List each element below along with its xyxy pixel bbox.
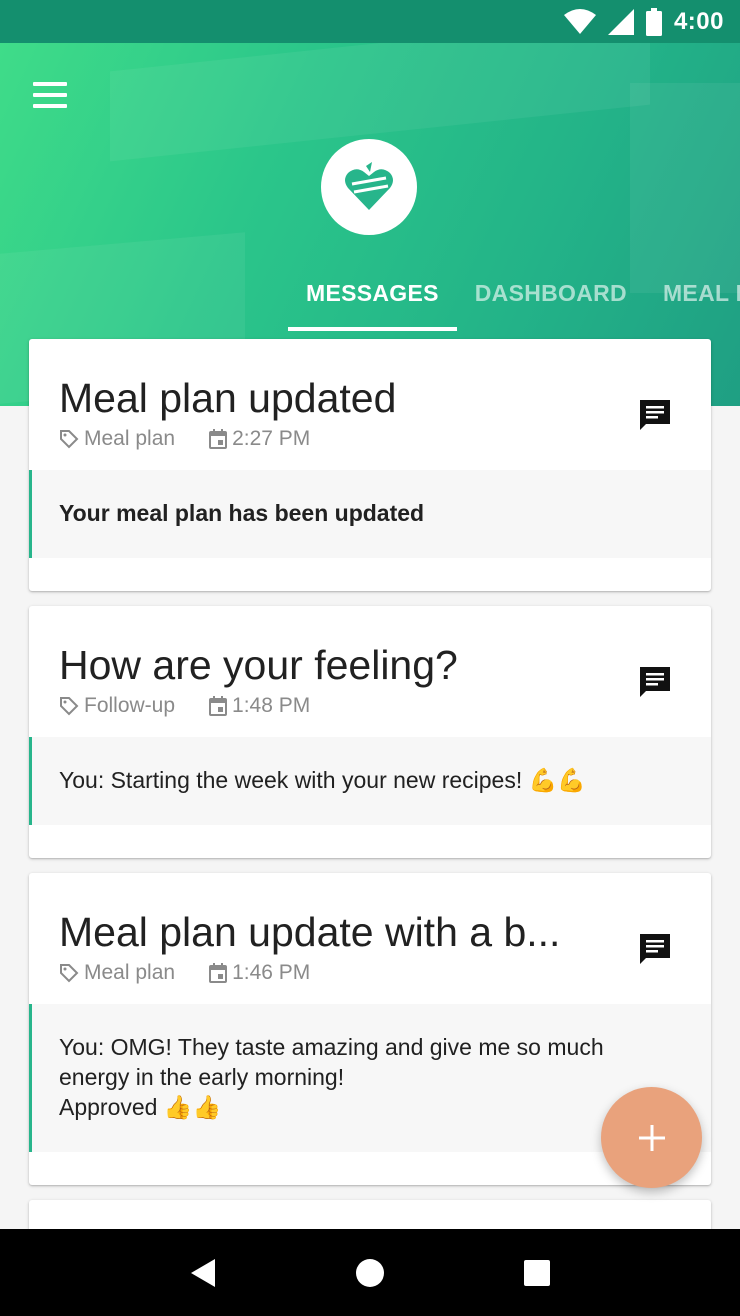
message-card[interactable]: How are your feeling? Follow-up 1:48 PM … xyxy=(29,606,711,858)
plus-icon xyxy=(638,1124,665,1151)
menu-button[interactable] xyxy=(30,79,70,111)
message-time: 1:48 PM xyxy=(232,694,311,717)
recents-button[interactable] xyxy=(507,1243,567,1303)
wifi-icon xyxy=(563,8,596,34)
system-nav-bar xyxy=(0,1229,740,1316)
message-category: Meal plan xyxy=(84,427,176,450)
message-category: Meal plan xyxy=(84,961,176,984)
recents-icon xyxy=(523,1259,550,1286)
app-logo xyxy=(321,139,417,235)
message-preview-line: You: OMG! They taste amazing and give me… xyxy=(59,1034,604,1060)
message-category: Follow-up xyxy=(84,694,176,717)
message-preview: Your meal plan has been updated xyxy=(29,470,711,558)
message-title: Meal plan update with a b... xyxy=(59,909,561,955)
back-button[interactable] xyxy=(173,1243,233,1303)
message-title: How are your feeling? xyxy=(59,642,458,688)
calendar-icon xyxy=(209,963,228,983)
menu-icon xyxy=(33,82,67,86)
message-title: Meal plan updated xyxy=(59,375,397,421)
message-card[interactable]: Meal plan updated Meal plan 2:27 PM Your… xyxy=(29,339,711,591)
home-icon xyxy=(355,1258,384,1287)
message-preview: You: Starting the week with your new rec… xyxy=(29,737,711,825)
home-button[interactable] xyxy=(340,1243,400,1303)
new-message-button[interactable] xyxy=(601,1087,702,1188)
tab-bar: MESSAGES DASHBOARD MEAL P xyxy=(288,255,740,331)
back-icon xyxy=(191,1258,216,1287)
calendar-icon xyxy=(209,696,228,716)
tab-meal-plan[interactable]: MEAL P xyxy=(645,255,740,331)
status-time: 4:00 xyxy=(673,7,724,35)
tab-dashboard[interactable]: DASHBOARD xyxy=(457,255,645,331)
tag-icon xyxy=(60,964,79,983)
heart-logo-icon xyxy=(345,162,393,210)
tab-messages[interactable]: MESSAGES xyxy=(288,255,457,331)
tag-icon xyxy=(60,697,79,716)
chat-icon[interactable] xyxy=(637,664,673,700)
chat-icon[interactable] xyxy=(637,397,673,433)
message-preview-line: Approved 👍👍 xyxy=(59,1094,222,1120)
message-preview-line: energy in the early morning! xyxy=(59,1064,345,1090)
signal-icon xyxy=(607,8,634,35)
battery-icon xyxy=(645,7,662,36)
tag-icon xyxy=(60,430,79,449)
status-bar: 4:00 xyxy=(0,0,740,43)
calendar-icon xyxy=(209,429,228,449)
message-time: 2:27 PM xyxy=(232,427,311,450)
message-time: 1:46 PM xyxy=(232,961,311,984)
chat-icon[interactable] xyxy=(637,931,673,967)
